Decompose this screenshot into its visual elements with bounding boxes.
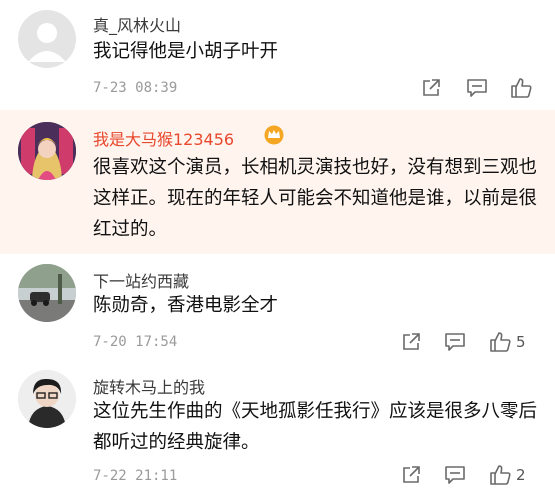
- comment-icon[interactable]: [466, 78, 488, 98]
- like-count: 2: [516, 466, 526, 484]
- share-icon[interactable]: [401, 332, 421, 352]
- comment-item: 下一站约西藏 陈勋奇，香港电影全才 7-20 17:54 5: [0, 254, 555, 362]
- avatar-default[interactable]: [18, 10, 76, 68]
- username[interactable]: 旋转木马上的我: [93, 374, 205, 398]
- avatar-glasses-man[interactable]: [18, 370, 76, 428]
- comment-time: 7-23 08:39: [93, 80, 178, 96]
- thumbs-up-icon[interactable]: [489, 331, 511, 353]
- comment-icon[interactable]: [444, 332, 466, 352]
- comment-text: 陈勋奇，香港电影全才: [93, 295, 279, 316]
- comment-icon[interactable]: [444, 465, 466, 485]
- avatar-anime-girl[interactable]: [18, 122, 76, 180]
- avatar-street-photo[interactable]: [18, 264, 76, 322]
- crown-badge-icon: [264, 125, 284, 149]
- username[interactable]: 真_风林火山: [93, 12, 181, 36]
- like-count: 5: [516, 333, 526, 351]
- comment-text: 这位先生作曲的《天地孤影任我行》应该是很多八零后都听过的经典旋律。: [93, 401, 538, 453]
- username-vip[interactable]: 我是大马猴123456: [93, 126, 234, 150]
- thumbs-up-icon[interactable]: [489, 464, 511, 486]
- username[interactable]: 下一站约西藏: [93, 268, 189, 292]
- comment-text: 很喜欢这个演员，长相机灵演技也好，没有想到三观也这样正。现在的年轻人可能会不知道…: [93, 157, 538, 240]
- comment-time: 7-22 21:11: [93, 468, 178, 484]
- thumbs-up-icon[interactable]: [510, 77, 532, 99]
- comment-item: 旋转木马上的我 这位先生作曲的《天地孤影任我行》应该是很多八零后都听过的经典旋律…: [0, 362, 555, 500]
- share-icon[interactable]: [401, 465, 421, 485]
- comment-item: 真_风林火山 我记得他是小胡子叶开 7-23 08:39: [0, 0, 555, 110]
- share-icon[interactable]: [421, 78, 441, 98]
- comment-text: 我记得他是小胡子叶开: [93, 41, 279, 62]
- comment-time: 7-20 17:54: [93, 334, 178, 350]
- comment-item: 我是大马猴123456 很喜欢这个演员，长相机灵演技也好，没有想到三观也这样正。…: [0, 110, 555, 254]
